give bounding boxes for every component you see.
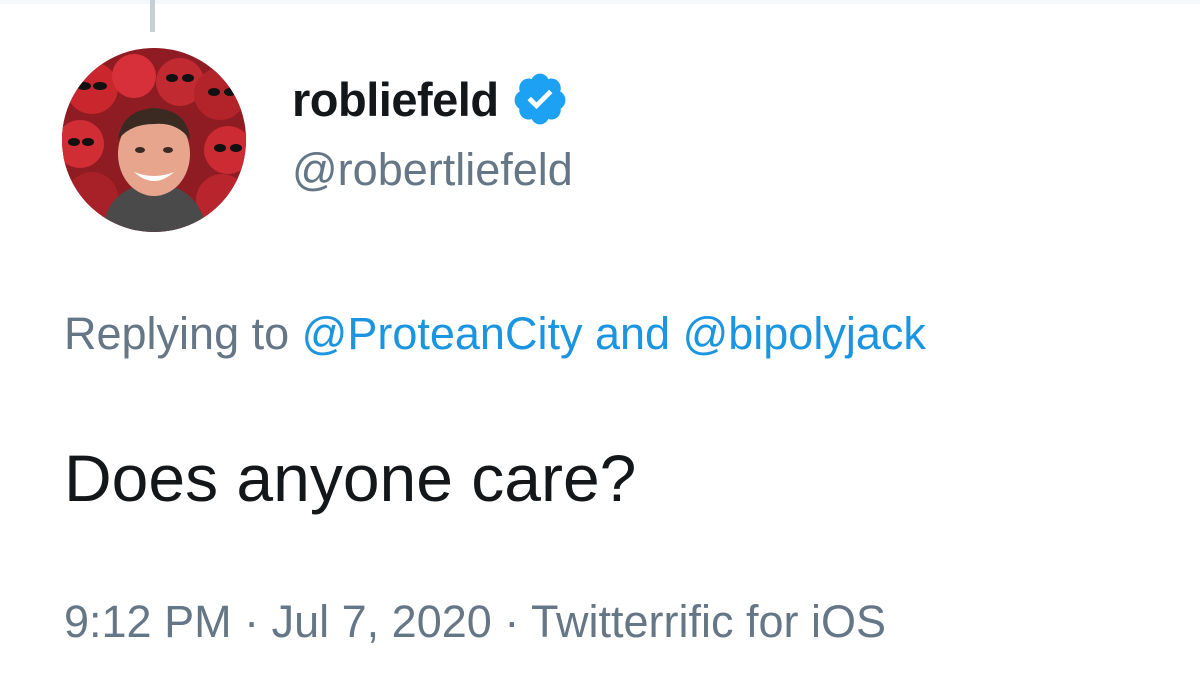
tweet-text: Does anyone care? [64, 441, 637, 515]
replying-to-line: Replying to @ProteanCity and @bipolyjack [64, 308, 926, 360]
avatar[interactable] [62, 48, 246, 232]
author-block: robliefeld @robertliefeld [292, 68, 573, 196]
author-display-name[interactable]: robliefeld [292, 72, 499, 127]
mention-link-bipolyjack[interactable]: @bipolyjack [683, 308, 926, 359]
mention-link-proteancity[interactable]: @ProteanCity [302, 308, 583, 359]
replying-to-label: Replying to [64, 308, 290, 359]
tweet-source[interactable]: Twitterrific for iOS [531, 596, 886, 647]
tweet-metadata: 9:12 PM · Jul 7, 2020 · Twitterrific for… [64, 596, 886, 648]
avatar-photo-icon [62, 48, 246, 232]
thread-connector-line [150, 0, 155, 32]
verified-badge-icon [511, 70, 569, 128]
mention-conjunction[interactable]: and [595, 308, 670, 359]
tweet-date[interactable]: Jul 7, 2020 [272, 596, 492, 647]
meta-separator: · [244, 596, 260, 647]
tweet-card: robliefeld @robertliefeld Replying to @P… [0, 0, 1200, 693]
tweet-time[interactable]: 9:12 PM [64, 596, 232, 647]
author-handle[interactable]: @robertliefeld [292, 144, 573, 196]
meta-separator: · [504, 596, 520, 647]
author-name-row: robliefeld [292, 68, 573, 130]
top-divider [0, 0, 1200, 4]
